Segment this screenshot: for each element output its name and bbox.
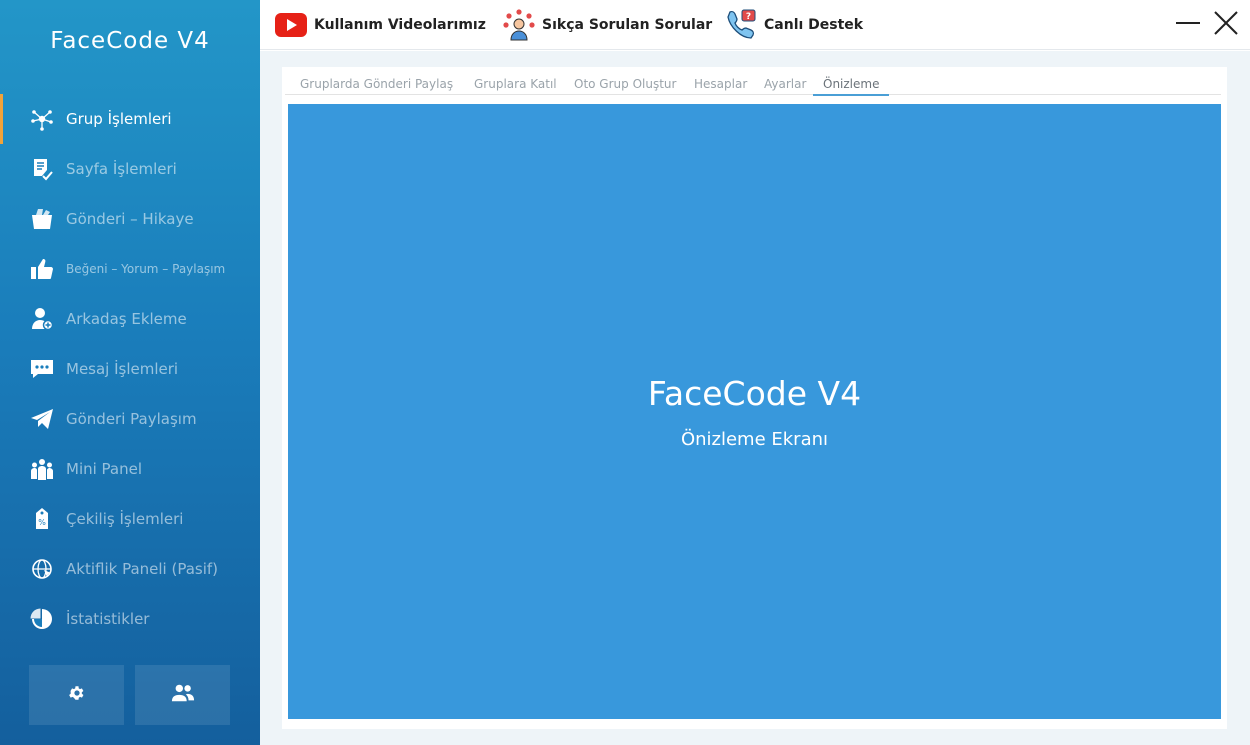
top-link-label: Canlı Destek bbox=[764, 17, 864, 33]
globe-cursor-icon bbox=[29, 556, 55, 582]
app-title: FaceCode V4 bbox=[50, 28, 210, 54]
sidebar-item-istatistikler[interactable]: İstatistikler bbox=[0, 594, 260, 644]
tutorial-videos-link[interactable]: Kullanım Videolarımız bbox=[274, 0, 486, 50]
tab-ayarlar[interactable]: Ayarlar bbox=[764, 74, 806, 96]
folder-icon bbox=[29, 206, 55, 232]
sidebar: FaceCode V4 Grup İşlemleri Sayfa İşlemle… bbox=[0, 0, 260, 745]
sidebar-item-mesaj-islemleri[interactable]: Mesaj İşlemleri bbox=[0, 344, 260, 394]
sidebar-item-label: Gönderi Paylaşım bbox=[66, 410, 197, 428]
preview-screen: FaceCode V4 Önizleme Ekranı bbox=[288, 104, 1221, 719]
ticket-icon: % bbox=[29, 506, 55, 532]
sidebar-item-label: İstatistikler bbox=[66, 610, 150, 628]
pie-chart-icon bbox=[29, 606, 55, 632]
sidebar-item-label: Çekiliş İşlemleri bbox=[66, 510, 184, 528]
tab-onizleme[interactable]: Önizleme bbox=[813, 74, 890, 96]
top-bar: Kullanım Videolarımız Sıkça Sorulan Soru… bbox=[260, 0, 1250, 50]
sidebar-item-label: Grup İşlemleri bbox=[66, 110, 172, 128]
preview-subtitle: Önizleme Ekranı bbox=[680, 429, 829, 450]
tab-gruplarda-gonderi-paylas[interactable]: Gruplarda Gönderi Paylaş bbox=[300, 74, 453, 96]
tab-hesaplar[interactable]: Hesaplar bbox=[694, 74, 747, 96]
users-icon bbox=[171, 683, 195, 707]
settings-button[interactable] bbox=[29, 665, 124, 725]
top-link-label: Kullanım Videolarımız bbox=[314, 17, 486, 33]
phone-support-icon: ? bbox=[724, 8, 758, 42]
close-icon bbox=[1213, 10, 1239, 40]
sidebar-item-gonderi-hikaye[interactable]: Gönderi – Hikaye bbox=[0, 194, 260, 244]
svg-text:?: ? bbox=[746, 12, 751, 22]
youtube-icon bbox=[274, 8, 308, 42]
thumbs-up-icon bbox=[29, 256, 55, 282]
minimize-icon bbox=[1175, 10, 1201, 40]
gear-icon bbox=[68, 684, 86, 706]
sidebar-item-sayfa-islemleri[interactable]: Sayfa İşlemleri bbox=[0, 144, 260, 194]
sidebar-item-cekilis-islemleri[interactable]: % Çekiliş İşlemleri bbox=[0, 494, 260, 544]
sidebar-item-grup-islemleri[interactable]: Grup İşlemleri bbox=[0, 94, 260, 144]
sidebar-item-begeni-yorum-paylasim[interactable]: Beğeni – Yorum – Paylaşım bbox=[0, 244, 260, 294]
users-button[interactable] bbox=[135, 665, 230, 725]
sidebar-nav: Grup İşlemleri Sayfa İşlemleri Gönderi –… bbox=[0, 94, 260, 644]
top-link-label: Sıkça Sorulan Sorular bbox=[542, 17, 713, 33]
sidebar-item-label: Aktiflik Paneli (Pasif) bbox=[66, 560, 218, 578]
tab-bar: Gruplarda Gönderi Paylaş Gruplara Katıl … bbox=[282, 74, 1227, 96]
network-icon bbox=[29, 106, 55, 132]
tab-oto-grup-olustur[interactable]: Oto Grup Oluştur bbox=[574, 74, 676, 96]
faq-person-icon bbox=[502, 8, 536, 42]
sidebar-item-aktiflik-paneli[interactable]: Aktiflik Paneli (Pasif) bbox=[0, 544, 260, 594]
sidebar-item-label: Mesaj İşlemleri bbox=[66, 360, 179, 378]
document-icon bbox=[29, 156, 55, 182]
sidebar-item-label: Arkadaş Ekleme bbox=[66, 310, 187, 328]
close-button[interactable] bbox=[1211, 10, 1241, 40]
add-user-icon bbox=[29, 306, 55, 332]
group-icon bbox=[29, 456, 55, 482]
sidebar-item-label: Gönderi – Hikaye bbox=[66, 210, 194, 228]
chat-icon bbox=[29, 356, 55, 382]
sidebar-item-label: Beğeni – Yorum – Paylaşım bbox=[66, 262, 226, 276]
minimize-button[interactable] bbox=[1173, 10, 1203, 40]
sidebar-item-arkadas-ekleme[interactable]: Arkadaş Ekleme bbox=[0, 294, 260, 344]
preview-title: FaceCode V4 bbox=[647, 374, 862, 413]
sidebar-item-label: Sayfa İşlemleri bbox=[66, 160, 177, 178]
svg-text:%: % bbox=[38, 518, 46, 527]
faq-link[interactable]: Sıkça Sorulan Sorular bbox=[502, 0, 712, 50]
sidebar-item-mini-panel[interactable]: Mini Panel bbox=[0, 444, 260, 494]
live-support-link[interactable]: ? Canlı Destek bbox=[724, 0, 863, 50]
sidebar-item-label: Mini Panel bbox=[66, 460, 143, 478]
send-icon bbox=[29, 406, 55, 432]
sidebar-item-gonderi-paylasim[interactable]: Gönderi Paylaşım bbox=[0, 394, 260, 444]
tab-gruplara-katil[interactable]: Gruplara Katıl bbox=[474, 74, 557, 96]
